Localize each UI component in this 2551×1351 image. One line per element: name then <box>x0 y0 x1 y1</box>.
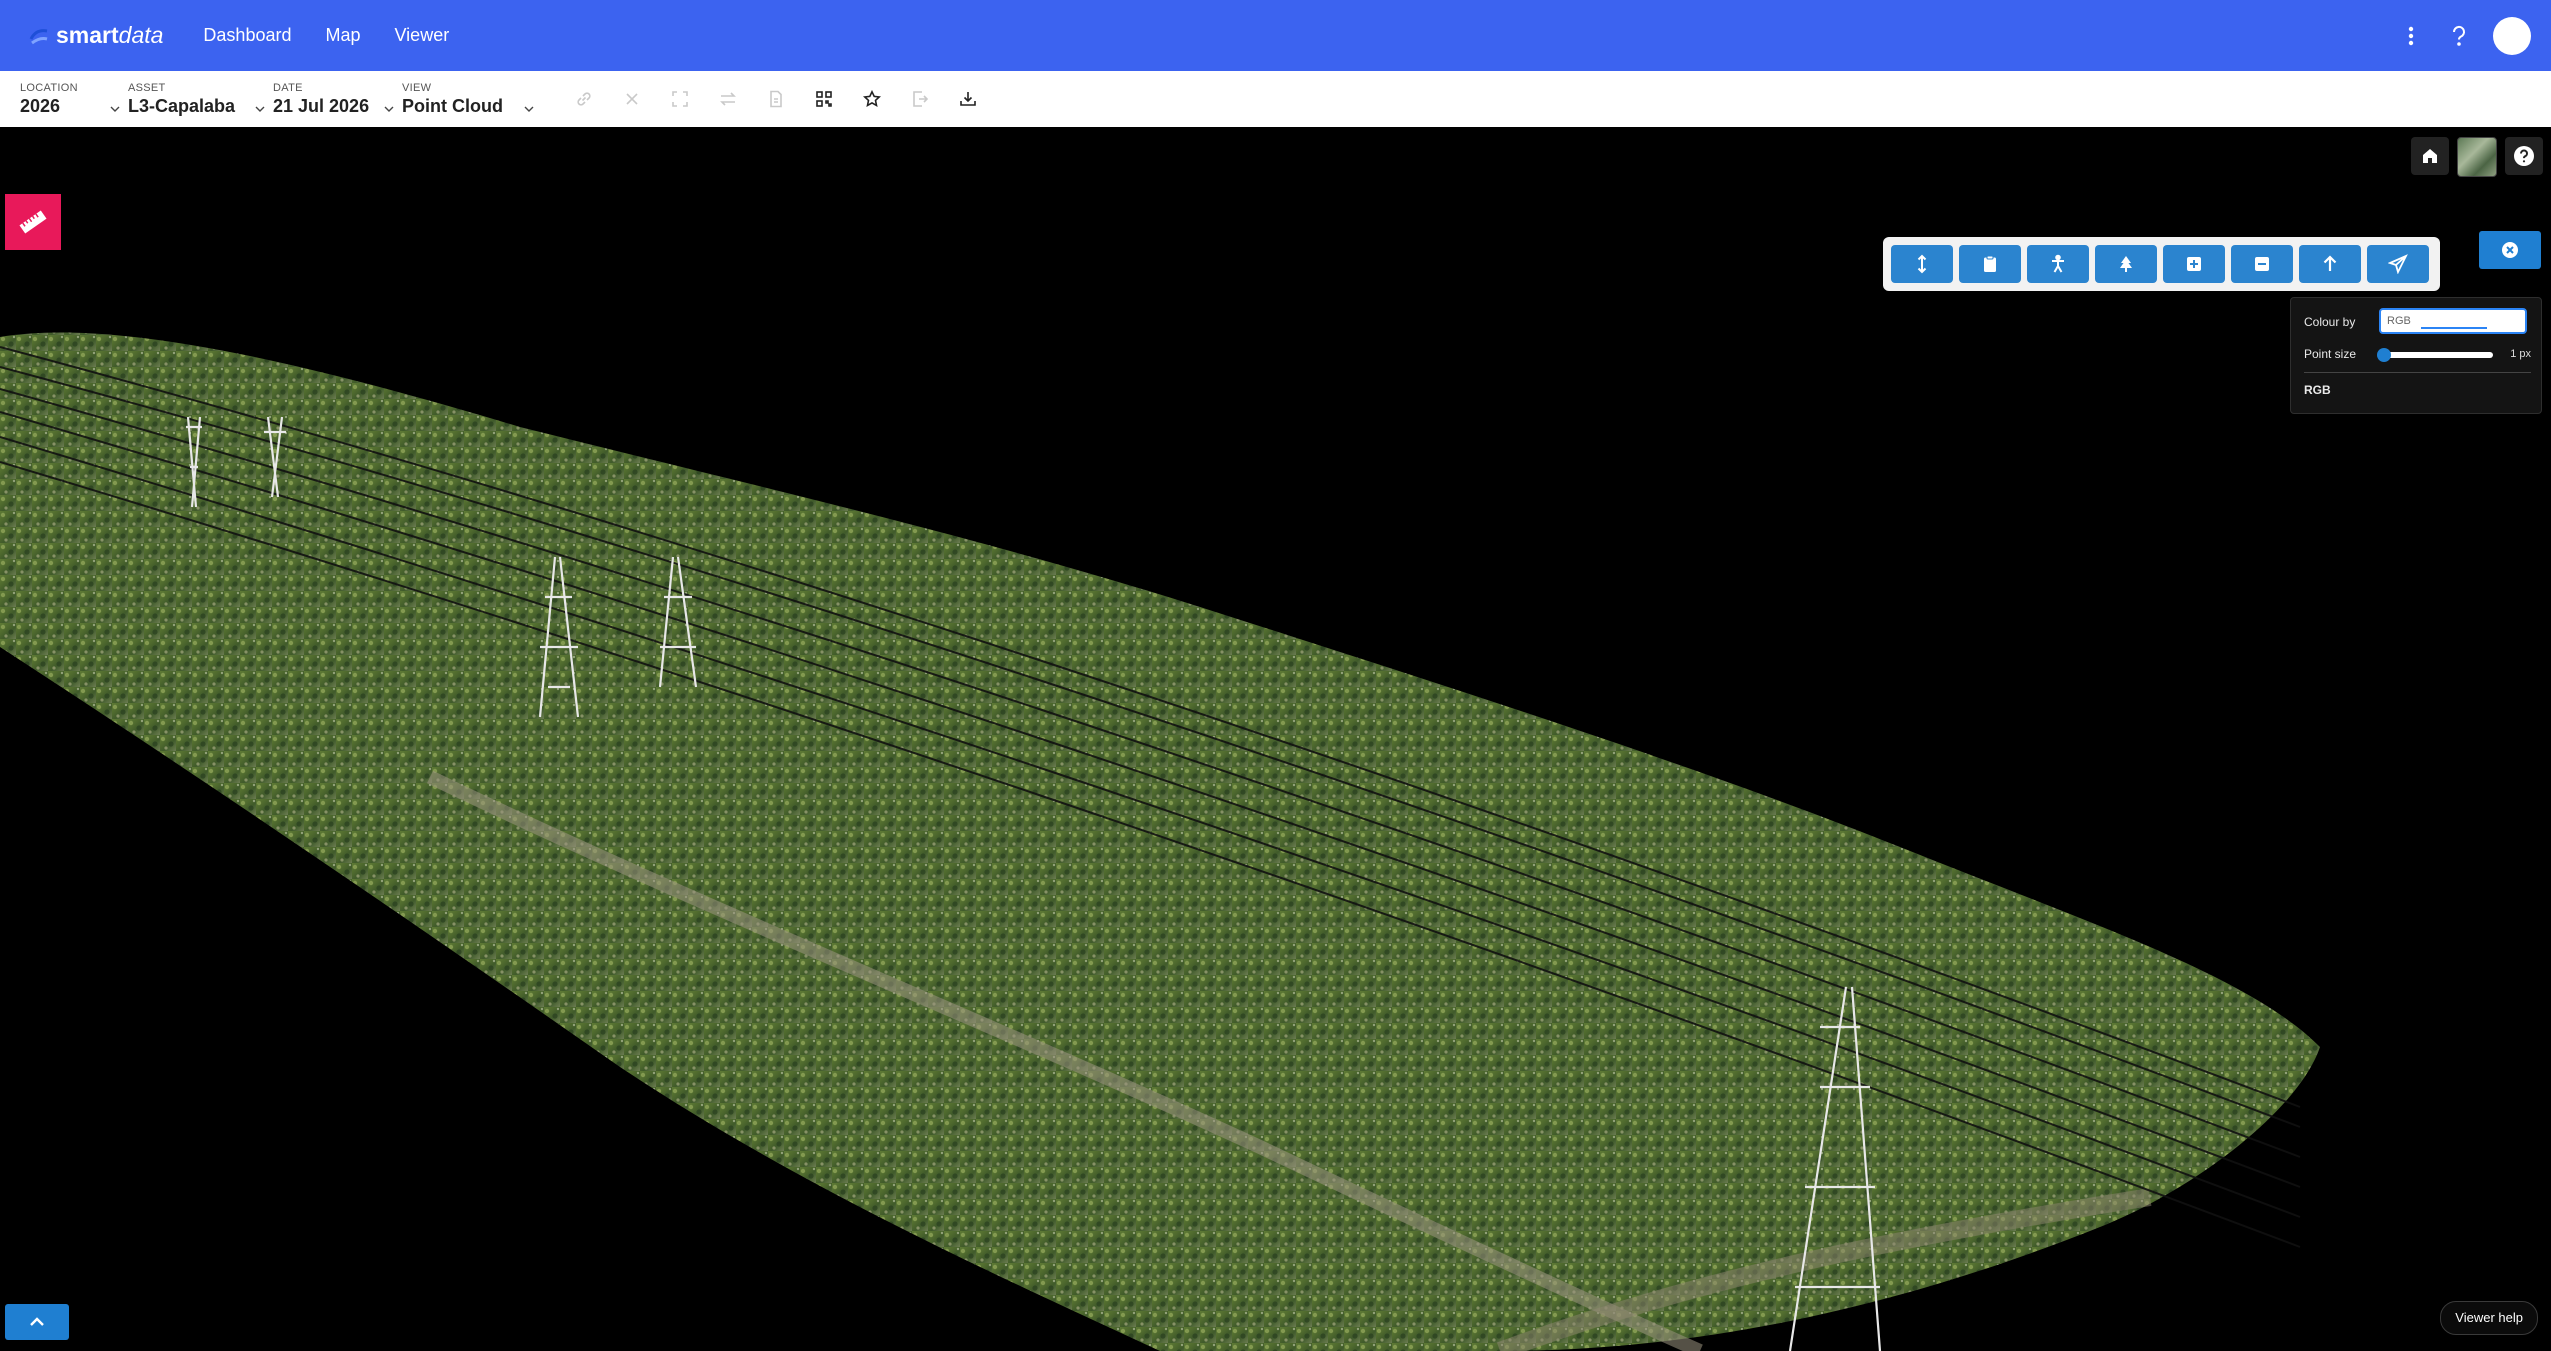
arrow-up-icon <box>2323 255 2337 271</box>
expand-icon <box>672 91 688 107</box>
selector-bar: LOCATION 2026 ASSET L3-Capalaba DATE 21 … <box>0 71 2551 128</box>
point-cloud-scene[interactable] <box>0 127 2551 1351</box>
asset-select[interactable]: ASSET L3-Capalaba <box>128 82 273 117</box>
fullscreen-button[interactable] <box>656 79 704 119</box>
clipboard-tool-button[interactable] <box>1959 245 2021 283</box>
qr-code-button[interactable] <box>800 79 848 119</box>
point-cloud-settings-panel: Colour by RGB Point size 1 px RGB <box>2290 297 2542 414</box>
chevron-down-icon <box>384 106 394 112</box>
date-value: 21 Jul 2026 <box>273 95 370 116</box>
clear-button[interactable] <box>608 79 656 119</box>
point-size-slider[interactable] <box>2377 348 2493 362</box>
chevron-down-icon <box>255 106 265 112</box>
user-avatar[interactable] <box>2493 16 2531 55</box>
app-bar-actions <box>2393 0 2531 71</box>
view-value: Point Cloud <box>402 95 503 116</box>
link-icon <box>577 92 591 106</box>
asset-label: ASSET <box>128 81 166 94</box>
close-icon <box>626 93 638 105</box>
ruler-icon <box>19 210 47 234</box>
swap-icon <box>720 92 736 106</box>
expand-bottom-panel-button[interactable] <box>5 1304 69 1340</box>
compare-button[interactable] <box>704 79 752 119</box>
arrow-up-tool-button[interactable] <box>2299 245 2361 283</box>
more-menu-icon[interactable] <box>2393 18 2429 54</box>
point-size-label: Point size <box>2304 347 2357 361</box>
link-button[interactable] <box>560 79 608 119</box>
colour-by-label: Colour by <box>2304 315 2356 329</box>
point-cloud-viewer[interactable]: Colour by RGB Point size 1 px RGB Viewer… <box>0 127 2551 1351</box>
star-icon <box>863 90 881 107</box>
chevron-down-icon <box>110 106 120 112</box>
viewer-corner-controls <box>2403 137 2543 177</box>
send-icon <box>2388 254 2408 274</box>
logo-bold: smart <box>56 22 119 48</box>
close-panel-button[interactable] <box>2479 231 2541 269</box>
logo-italic: data <box>118 22 164 48</box>
date-label: DATE <box>273 81 303 94</box>
chevron-up-icon <box>30 1317 44 1326</box>
viewer-tools <box>1883 237 2440 291</box>
height-icon <box>1917 254 1927 274</box>
location-select[interactable]: LOCATION 2026 <box>20 82 128 117</box>
remove-box-icon <box>2255 257 2269 271</box>
person-tool-button[interactable] <box>2027 245 2089 283</box>
favourite-button[interactable] <box>848 79 896 119</box>
viewer-help-button[interactable] <box>2505 137 2543 175</box>
logo-icon <box>29 28 48 44</box>
send-tool-button[interactable] <box>2367 245 2429 283</box>
colour-by-value: RGB <box>2387 315 2411 327</box>
point-size-value: 1 px <box>2510 348 2531 360</box>
location-value: 2026 <box>20 95 61 116</box>
qr-code-icon <box>816 91 832 107</box>
home-icon <box>2423 149 2437 163</box>
height-tool-button[interactable] <box>1891 245 1953 283</box>
logo[interactable]: smart data <box>28 22 163 49</box>
question-icon <box>2514 146 2534 166</box>
app-bar: smart data Dashboard Map Viewer <box>0 0 2551 71</box>
close-circle-icon <box>2502 242 2518 258</box>
date-select[interactable]: DATE 21 Jul 2026 <box>273 82 402 117</box>
add-box-icon <box>2187 257 2201 271</box>
document-icon <box>770 90 782 108</box>
download-button[interactable] <box>944 79 992 119</box>
remove-box-tool-button[interactable] <box>2231 245 2293 283</box>
view-label: VIEW <box>402 81 432 94</box>
home-view-button[interactable] <box>2411 137 2449 175</box>
add-box-tool-button[interactable] <box>2163 245 2225 283</box>
chevron-down-icon <box>524 106 534 112</box>
colour-by-select[interactable]: RGB <box>2379 308 2527 334</box>
nav-map[interactable]: Map <box>325 25 360 46</box>
point-size-slider-handle[interactable] <box>2377 348 2391 362</box>
tree-tool-button[interactable] <box>2095 245 2157 283</box>
panel-divider <box>2304 372 2531 373</box>
view-select[interactable]: VIEW Point Cloud <box>402 82 542 117</box>
location-label: LOCATION <box>20 81 78 94</box>
tree-icon <box>2120 256 2132 272</box>
measure-tool-button[interactable] <box>5 194 61 250</box>
export-button[interactable] <box>896 79 944 119</box>
help-icon[interactable] <box>2441 18 2477 54</box>
asset-value: L3-Capalaba <box>128 95 236 116</box>
nav-viewer[interactable]: Viewer <box>395 25 450 46</box>
viewer-help-pill[interactable]: Viewer help <box>2440 1301 2538 1335</box>
clipboard-icon <box>1984 255 1996 272</box>
main-nav: Dashboard Map Viewer <box>203 25 483 46</box>
basemap-toggle[interactable] <box>2457 137 2497 177</box>
export-icon <box>913 91 929 107</box>
colour-legend-title: RGB <box>2304 383 2331 397</box>
toolbar <box>560 79 992 119</box>
person-icon <box>2052 254 2064 273</box>
report-button[interactable] <box>752 79 800 119</box>
download-icon <box>960 92 976 106</box>
input-focus-underline <box>2421 327 2487 329</box>
nav-dashboard[interactable]: Dashboard <box>203 25 291 46</box>
